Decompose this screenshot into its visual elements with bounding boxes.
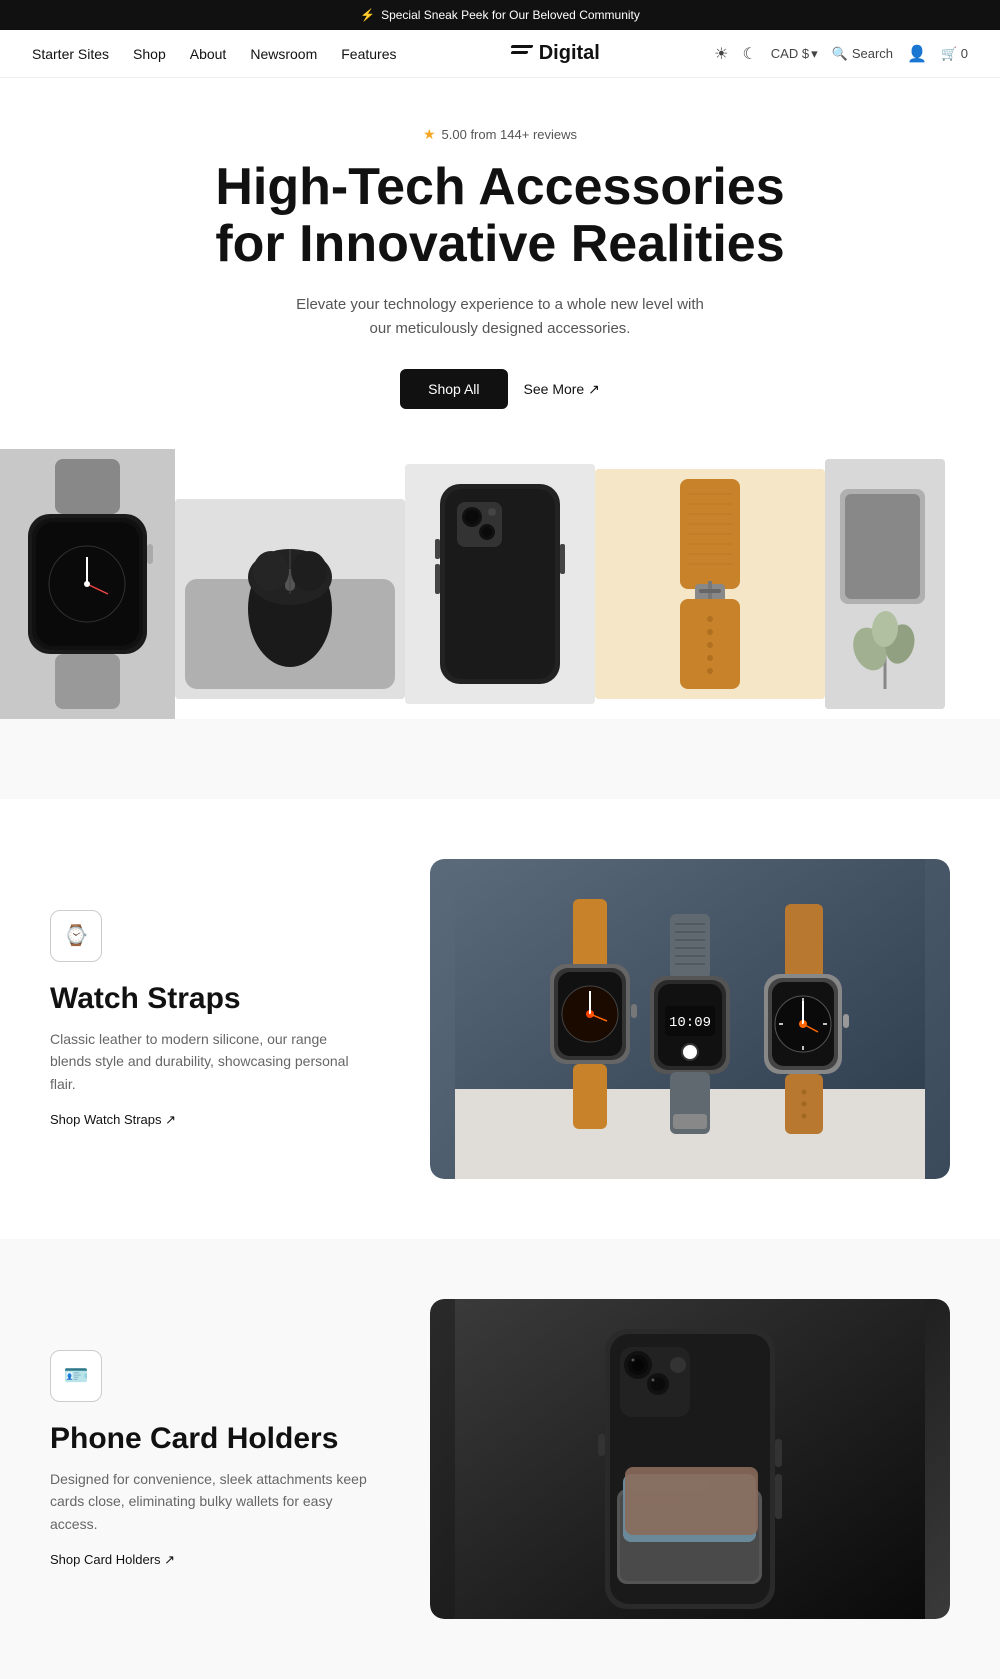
watch-straps-link[interactable]: Shop Watch Straps ↗ xyxy=(50,1112,176,1128)
phone-card-title: Phone Card Holders xyxy=(50,1422,370,1456)
section-gap-1 xyxy=(0,719,1000,799)
theme-moon-button[interactable]: ☾ xyxy=(742,44,756,64)
announcement-text: Special Sneak Peek for Our Beloved Commu… xyxy=(381,8,640,22)
gallery-item-case[interactable] xyxy=(405,464,595,704)
hero-rating: ★ 5.00 from 144+ reviews xyxy=(24,126,976,143)
search-button[interactable]: 🔍 Search xyxy=(832,46,893,62)
chevron-down-icon: ▾ xyxy=(811,46,818,62)
logo-icon xyxy=(511,45,533,63)
hero-buttons: Shop All See More ↗ xyxy=(24,369,976,409)
nav-features[interactable]: Features xyxy=(341,46,396,62)
watch-straps-title: Watch Straps xyxy=(50,982,370,1016)
watch-straps-section: ⌚ Watch Straps Classic leather to modern… xyxy=(0,799,1000,1239)
theme-sun-button[interactable]: ☀ xyxy=(714,44,728,64)
gallery-item-strap[interactable] xyxy=(595,469,825,699)
phone-card-image xyxy=(430,1299,950,1619)
search-icon: 🔍 xyxy=(832,46,848,62)
nav-starter-sites[interactable]: Starter Sites xyxy=(32,46,109,62)
announcement-bar: ⚡ Special Sneak Peek for Our Beloved Com… xyxy=(0,0,1000,30)
phone-card-content: 🪪 Phone Card Holders Designed for conven… xyxy=(50,1350,370,1569)
svg-text:10:09: 10:09 xyxy=(669,1015,711,1031)
watch-straps-photo: 10:09 xyxy=(430,859,950,1179)
header-actions: ☀ ☾ CAD $ ▾ 🔍 Search 👤 🛒 0 xyxy=(714,44,968,64)
nav-shop[interactable]: Shop xyxy=(133,46,166,62)
hero-subtext: Elevate your technology experience to a … xyxy=(290,293,710,341)
phone-card-icon: 🪪 xyxy=(50,1350,102,1402)
watch-icon: ⌚ xyxy=(64,923,89,948)
sun-icon: ☀ xyxy=(714,44,728,64)
watch-straps-content: ⌚ Watch Straps Classic leather to modern… xyxy=(50,910,370,1129)
bolt-icon: ⚡ xyxy=(360,8,375,22)
watch-straps-image: 10:09 xyxy=(430,859,950,1179)
gallery-item-mouse[interactable] xyxy=(175,499,405,699)
cart-count: 0 xyxy=(961,46,968,61)
moon-icon: ☾ xyxy=(742,44,756,64)
hero-headline: High-Tech Accessories for Innovative Rea… xyxy=(200,159,800,273)
currency-label: CAD $ xyxy=(771,46,809,61)
see-more-link[interactable]: See More ↗ xyxy=(524,381,600,398)
phone-card-section: 🪪 Phone Card Holders Designed for conven… xyxy=(0,1239,1000,1679)
account-button[interactable]: 👤 xyxy=(907,44,927,64)
user-icon: 👤 xyxy=(907,44,927,64)
phone-card-link[interactable]: Shop Card Holders ↗ xyxy=(50,1552,175,1568)
shop-all-button[interactable]: Shop All xyxy=(400,369,507,409)
nav-about[interactable]: About xyxy=(190,46,227,62)
watch-straps-icon: ⌚ xyxy=(50,910,102,962)
phone-card-description: Designed for convenience, sleek attachme… xyxy=(50,1468,370,1535)
cart-button[interactable]: 🛒 0 xyxy=(941,46,968,62)
logo-text: Digital xyxy=(539,42,600,65)
gallery-item-watch[interactable] xyxy=(0,449,175,719)
nav-newsroom[interactable]: Newsroom xyxy=(250,46,317,62)
gallery-item-misc[interactable] xyxy=(825,459,945,709)
rating-text: 5.00 from 144+ reviews xyxy=(442,127,577,142)
cart-icon: 🛒 xyxy=(941,46,957,61)
main-nav: Starter Sites Shop About Newsroom Featur… xyxy=(32,46,396,62)
product-gallery xyxy=(0,449,1000,719)
currency-selector[interactable]: CAD $ ▾ xyxy=(771,46,818,62)
hero-section: ★ 5.00 from 144+ reviews High-Tech Acces… xyxy=(0,78,1000,449)
site-logo[interactable]: Digital xyxy=(511,42,600,65)
phone-card-photo xyxy=(430,1299,950,1619)
star-icon: ★ xyxy=(423,126,436,143)
watch-straps-description: Classic leather to modern silicone, our … xyxy=(50,1028,370,1095)
search-label: Search xyxy=(852,46,893,61)
header: Starter Sites Shop About Newsroom Featur… xyxy=(0,30,1000,78)
card-icon: 🪪 xyxy=(64,1363,89,1388)
